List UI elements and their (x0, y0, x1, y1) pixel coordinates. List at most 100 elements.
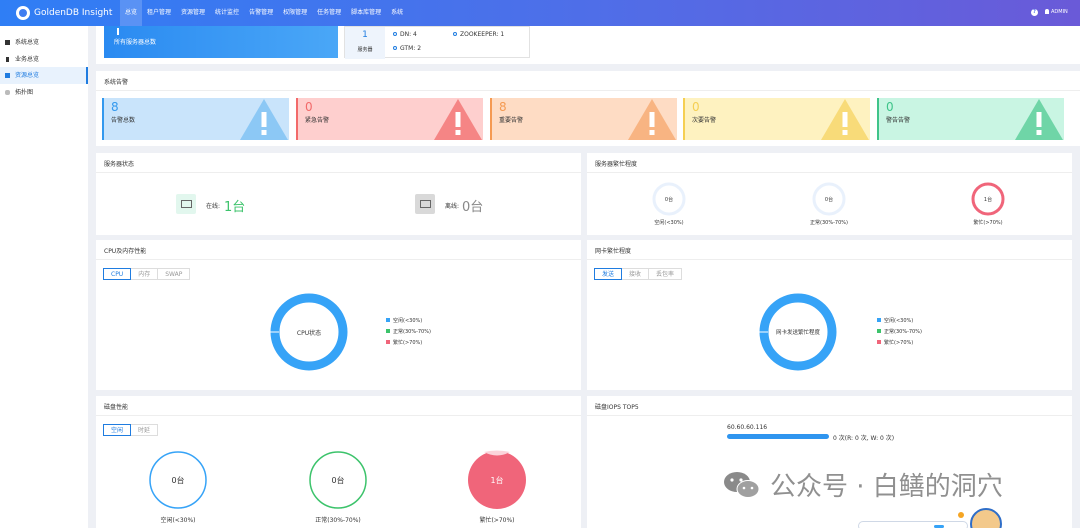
legend-swatch (386, 329, 390, 333)
disk-busy-label: 繁忙(>70%) (479, 517, 515, 524)
legend-item-normal: 正常(30%-70%) (877, 327, 922, 338)
disk-performance-card: 磁盘性能 空闲 时延 0台 0台 1台 空闲(<30%) 正常(30%-70%)… (96, 396, 581, 528)
dot-icon (393, 46, 397, 50)
sidebar-item-label: 业务总览 (15, 56, 40, 63)
idle-ring-label: 空闲(<30%) (654, 220, 684, 226)
tab-send[interactable]: 发送 (594, 268, 623, 280)
alarm-total-tile[interactable]: 8 告警总数 (102, 98, 289, 140)
legend-item-busy: 繁忙(>70%) (386, 338, 431, 349)
tab-cpu[interactable]: CPU (103, 268, 132, 280)
sidebar-item-topology[interactable]: 拓扑图 (0, 84, 88, 101)
sidebar-item-system-overview[interactable]: 系统总览 (0, 34, 88, 51)
dot-icon (453, 32, 457, 36)
online-value: 1台 (224, 200, 246, 215)
cpu-donut (270, 293, 348, 371)
legend-label: 正常(30%-70%) (884, 329, 922, 335)
server-role-gtm: GTM: 2 (393, 45, 421, 52)
tab-idle[interactable]: 空闲 (103, 424, 132, 436)
legend-swatch (877, 318, 881, 322)
legend-label: 繁忙(>70%) (393, 340, 423, 346)
cpu-donut-center: CPU状态 (296, 330, 322, 337)
alarm-count: 0 (305, 100, 313, 114)
database-icon (5, 73, 10, 78)
nav-resource[interactable]: 资源管理 (176, 0, 210, 26)
online-label: 在线: (206, 203, 221, 210)
sidebar: 系统总览 业务总览 资源总览 拓扑图 (0, 26, 88, 528)
nav-overview[interactable]: 总览 (120, 0, 143, 26)
nav-tenant[interactable]: 租户管理 (142, 0, 176, 26)
sidebar-item-resource-overview[interactable]: 资源总览 (0, 67, 88, 84)
system-alarm-title: 系统告警 (104, 79, 129, 86)
watermark-text: 公众号 · 白鳝的洞穴 (770, 472, 1003, 502)
legend-label: 空闲(<30%) (884, 318, 914, 324)
server-role-text: DN: 4 (400, 31, 417, 38)
alarm-label: 告警总数 (111, 117, 136, 124)
nav-alarm[interactable]: 告警管理 (244, 0, 278, 26)
alarm-critical-tile[interactable]: 0 紧急告警 (296, 98, 483, 140)
disk-iops-card: 磁盘IOPS TOP5 60.60.60.116 0 次(R: 0 次, W: … (587, 396, 1072, 528)
alarm-label: 紧急告警 (305, 117, 330, 124)
alarm-count: 8 (499, 100, 507, 114)
sidebar-item-business-overview[interactable]: 业务总览 (0, 51, 88, 68)
nic-donut-center: 网卡发送繁忙程度 (775, 330, 820, 336)
iops-progress-bar (727, 434, 829, 439)
user-icon (1045, 9, 1049, 14)
nav-script[interactable]: 脚本库管理 (346, 0, 386, 26)
offline-label: 离线: (445, 203, 460, 210)
server-status-title: 服务器状态 (104, 161, 135, 168)
disk-normal-label: 正常(30%-70%) (315, 517, 361, 524)
user-menu[interactable]: ADMIN (1045, 9, 1068, 15)
alarm-label: 次要告警 (692, 117, 717, 124)
idle-ring-value: 0台 (664, 197, 674, 203)
logo-icon (16, 6, 30, 20)
partial-input[interactable] (858, 521, 968, 528)
legend-label: 空闲(<30%) (393, 318, 423, 324)
server-count-block: 1 服务器 (345, 27, 385, 59)
server-count-label: 服务器 (357, 47, 373, 53)
offline-server-icon (415, 194, 435, 214)
notify-dot-icon (958, 512, 964, 518)
alarm-count: 0 (886, 100, 894, 114)
nav-system[interactable]: 系统 (386, 0, 408, 26)
iops-value: 0 次(R: 0 次, W: 0 次) (833, 435, 895, 442)
server-role-dn: DN: 4 (393, 31, 417, 38)
divider (587, 415, 1072, 416)
legend-label: 繁忙(>70%) (884, 340, 914, 346)
alarm-count: 0 (692, 100, 700, 114)
nav-monitor[interactable]: 统计监控 (210, 0, 244, 26)
legend-item-idle: 空闲(<30%) (877, 316, 922, 327)
nav-permission[interactable]: 权限管理 (278, 0, 312, 26)
alarm-label: 重要告警 (499, 117, 524, 124)
sidebar-item-label: 系统总览 (15, 39, 40, 46)
legend-item-idle: 空闲(<30%) (386, 316, 431, 327)
server-role-text: GTM: 2 (400, 45, 422, 52)
server-busy-card: 服务器繁忙程度 0台 0台 1台 空闲(<30%) 正常(30%-70%) 繁忙… (587, 153, 1072, 235)
warning-icon (434, 99, 482, 140)
divider (96, 90, 1080, 91)
legend-swatch (386, 318, 390, 322)
alarm-label: 警告告警 (886, 117, 911, 124)
nic-busy-card: 网卡繁忙程度 发送 接收 丢包率 网卡发送繁忙程度 空闲(<30%) 正常(30… (587, 240, 1072, 390)
nic-legend: 空闲(<30%) 正常(30%-70%) 繁忙(>70%) (877, 316, 922, 349)
top-bar: GoldenDB Insight 总览 租户管理 资源管理 统计监控 告警管理 … (0, 0, 1080, 26)
server-role-zookeeper: ZOOKEEPER: 1 (453, 31, 504, 38)
nav-task[interactable]: 任务管理 (312, 0, 346, 26)
server-summary-box: 1 服务器 DN: 4 ZOOKEEPER: 1 GTM: 2 (344, 26, 530, 59)
disk-normal-value: 0台 (331, 476, 345, 485)
warning-icon (240, 99, 288, 140)
alarm-minor-tile[interactable]: 0 次要告警 (683, 98, 870, 140)
cpu-legend: 空闲(<30%) 正常(30%-70%) 繁忙(>70%) (386, 316, 431, 349)
warning-icon (1015, 99, 1063, 140)
alarm-warning-tile[interactable]: 0 警告告警 (877, 98, 1064, 140)
alarm-major-tile[interactable]: 8 重要告警 (490, 98, 677, 140)
grid-icon (5, 40, 10, 45)
help-icon[interactable]: ? (1031, 9, 1038, 16)
main-nav: 总览 租户管理 资源管理 统计监控 告警管理 权限管理 任务管理 脚本库管理 系… (120, 0, 408, 26)
busy-ring-label: 繁忙(>70%) (973, 220, 1003, 226)
legend-item-busy: 繁忙(>70%) (877, 338, 922, 349)
normal-ring-label: 正常(30%-70%) (810, 220, 848, 226)
warning-icon (628, 99, 676, 140)
banner-mark (117, 28, 119, 35)
server-status-card: 服务器状态 在线: 1台 离线: 0台 (96, 153, 581, 235)
legend-item-normal: 正常(30%-70%) (386, 327, 431, 338)
